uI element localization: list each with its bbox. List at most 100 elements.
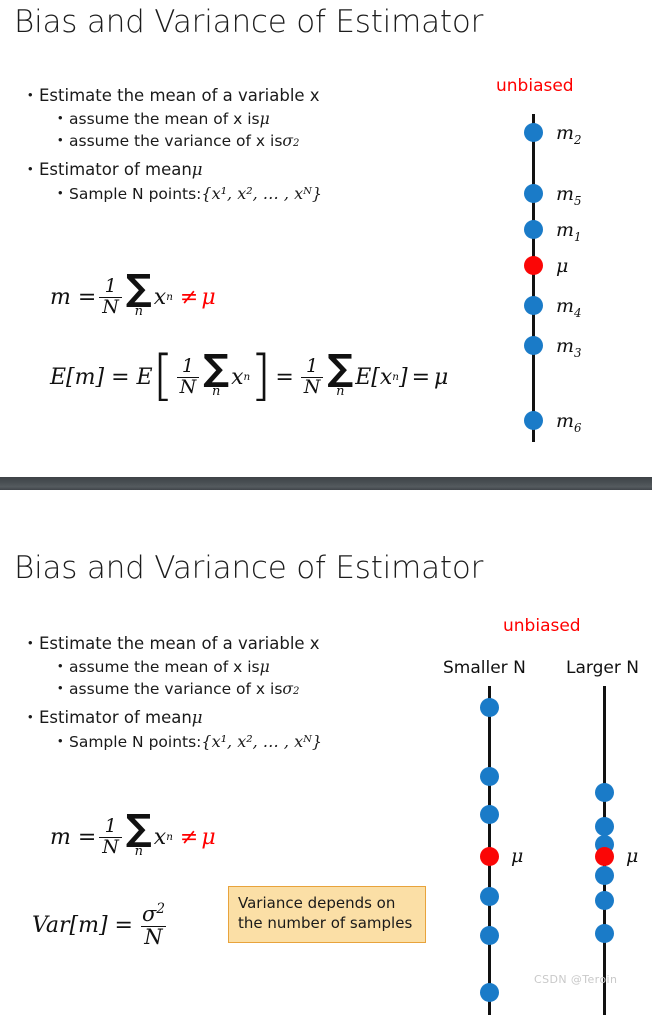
- number-line-axis: [532, 114, 535, 442]
- data-point: [480, 926, 499, 945]
- bullet-marker: •: [58, 110, 63, 125]
- formula-exponent-n: n: [166, 831, 173, 844]
- bullet-list: • Estimate the mean of a variable x • as…: [14, 634, 322, 755]
- math-sigma: σ: [282, 680, 293, 698]
- diagram-caption: unbiased: [503, 616, 581, 636]
- data-point-label: μ: [556, 255, 568, 277]
- label-base: m: [556, 335, 575, 357]
- page-title: Bias and Variance of Estimator: [14, 4, 484, 40]
- data-point: [480, 698, 499, 717]
- math-mu: μ: [259, 110, 270, 128]
- data-point-label: μ: [511, 845, 524, 867]
- bullet-marker: •: [28, 709, 33, 724]
- summation-index: n: [134, 304, 144, 320]
- equals-sign: =: [411, 364, 431, 390]
- list-item-label: Estimator of mean: [39, 708, 192, 727]
- formula-exponent-n: n: [392, 371, 399, 384]
- data-point: [480, 887, 499, 906]
- formula-mu: μ: [434, 364, 449, 390]
- fraction-numerator: 1: [104, 814, 117, 837]
- formula-exponent-n: n: [243, 371, 251, 384]
- summation-operator: ∑ n: [203, 348, 230, 400]
- label-subscript: 4: [574, 305, 582, 320]
- summation-operator: ∑ n: [327, 348, 354, 400]
- list-item: • Sample N points: {x¹, x², … , xᴺ}: [14, 732, 322, 751]
- fraction-denominator: N: [300, 376, 324, 398]
- callout-box: Variance depends on the number of sample…: [228, 886, 426, 943]
- formula-mean-estimator: m = 1 N ∑ n xn ≠ μ: [50, 808, 216, 860]
- formula-mu: μ: [201, 824, 216, 850]
- list-item-label: assume the variance of x is: [69, 680, 283, 698]
- sigma-glyph: ∑: [125, 808, 152, 849]
- bullet-list: • Estimate the mean of a variable x • as…: [14, 86, 322, 207]
- formula-term-x: x: [153, 284, 167, 310]
- label-subscript: 2: [574, 132, 582, 147]
- fraction-numerator: σ2: [139, 902, 168, 926]
- label-base: m: [556, 295, 575, 317]
- bracket-close: ]: [399, 364, 408, 390]
- summation-index: n: [336, 384, 345, 400]
- data-point: [595, 817, 614, 836]
- data-point: [480, 983, 499, 1002]
- math-mu: μ: [191, 160, 203, 179]
- data-point-label: m2: [556, 122, 582, 147]
- data-point: [524, 296, 543, 315]
- not-equal-icon: ≠: [179, 824, 199, 850]
- list-item-label: Sample N points:: [69, 733, 202, 751]
- list-item: • assume the mean of x is μ: [14, 110, 322, 128]
- data-point-mu: [524, 256, 543, 275]
- data-point: [480, 805, 499, 824]
- data-point-label: m6: [556, 410, 582, 435]
- list-item-label: assume the mean of x is: [69, 110, 260, 128]
- sigma-glyph: ∑: [203, 348, 230, 389]
- column-label-larger-n: Larger N: [566, 658, 639, 678]
- data-point: [524, 184, 543, 203]
- formula-lhs: Var[m] =: [32, 912, 133, 938]
- data-point: [595, 783, 614, 802]
- math-mu: μ: [259, 658, 270, 676]
- not-equal-icon: ≠: [179, 284, 199, 310]
- label-base: μ: [556, 255, 569, 277]
- fraction-numerator: 1: [181, 354, 195, 377]
- formula-term-x: x: [231, 364, 244, 390]
- label-base: m: [556, 410, 575, 432]
- label-base: m: [556, 219, 575, 241]
- fraction-one-over-n: 1 N: [176, 354, 200, 398]
- math-exponent: 2: [293, 138, 300, 149]
- list-item-label: Sample N points:: [69, 185, 202, 203]
- bullet-marker: •: [58, 132, 63, 147]
- label-subscript: 1: [574, 229, 582, 244]
- formula-lhs: m =: [50, 284, 97, 310]
- sigma-glyph: ∑: [327, 348, 354, 389]
- summation-index: n: [212, 384, 221, 400]
- fraction-numerator: 1: [306, 354, 319, 377]
- fraction-denominator: N: [176, 376, 200, 398]
- summation-operator: ∑ n: [125, 808, 152, 860]
- formula-lhs: m =: [50, 824, 97, 850]
- exponent-two: 2: [156, 901, 165, 917]
- data-point-label: m4: [556, 295, 582, 320]
- data-point-mu: [595, 847, 614, 866]
- data-point: [524, 411, 543, 430]
- summation-index: n: [134, 844, 144, 860]
- page-title: Bias and Variance of Estimator: [14, 550, 484, 586]
- list-item: • Sample N points: {x¹, x², … , xᴺ}: [14, 184, 322, 203]
- label-base: m: [556, 122, 575, 144]
- bullet-marker: •: [28, 635, 33, 650]
- column-label-smaller-n: Smaller N: [443, 658, 526, 678]
- formula-expectation-identity: E[m] = E [ 1 N ∑ n xn ] = 1 N ∑ n E[x n] …: [50, 348, 449, 403]
- list-item-label: assume the mean of x is: [69, 658, 260, 676]
- fraction-sigma-sq-over-n: σ2 N: [139, 902, 168, 949]
- list-item-label: Estimate the mean of a variable x: [39, 634, 320, 653]
- watermark: CSDN @Teroin: [534, 973, 618, 986]
- fraction-denominator: N: [99, 296, 122, 318]
- list-item: • assume the mean of x is μ: [14, 658, 322, 676]
- list-item-label: Estimate the mean of a variable x: [39, 86, 320, 105]
- bullet-marker: •: [58, 680, 63, 695]
- bullet-marker: •: [28, 161, 33, 176]
- label-base: m: [556, 183, 575, 205]
- data-point-label: m1: [556, 219, 582, 244]
- data-point-label: μ: [626, 845, 639, 867]
- label-subscript: 6: [574, 420, 582, 435]
- formula-exponent-n: n: [166, 291, 173, 304]
